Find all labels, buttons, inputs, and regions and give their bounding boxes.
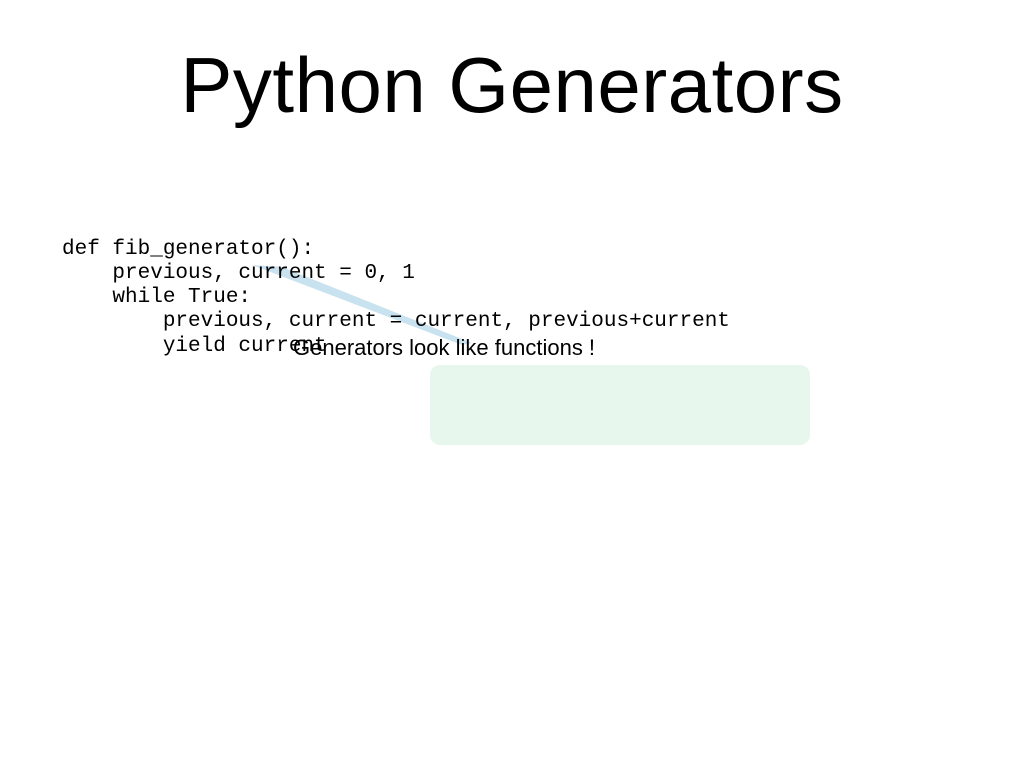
slide: Python Generators def fib_generator(): p… [0, 0, 1024, 768]
slide-title: Python Generators [0, 40, 1024, 131]
annotation-text: Generators look like functions ! [293, 335, 595, 361]
callout-box [430, 365, 810, 445]
